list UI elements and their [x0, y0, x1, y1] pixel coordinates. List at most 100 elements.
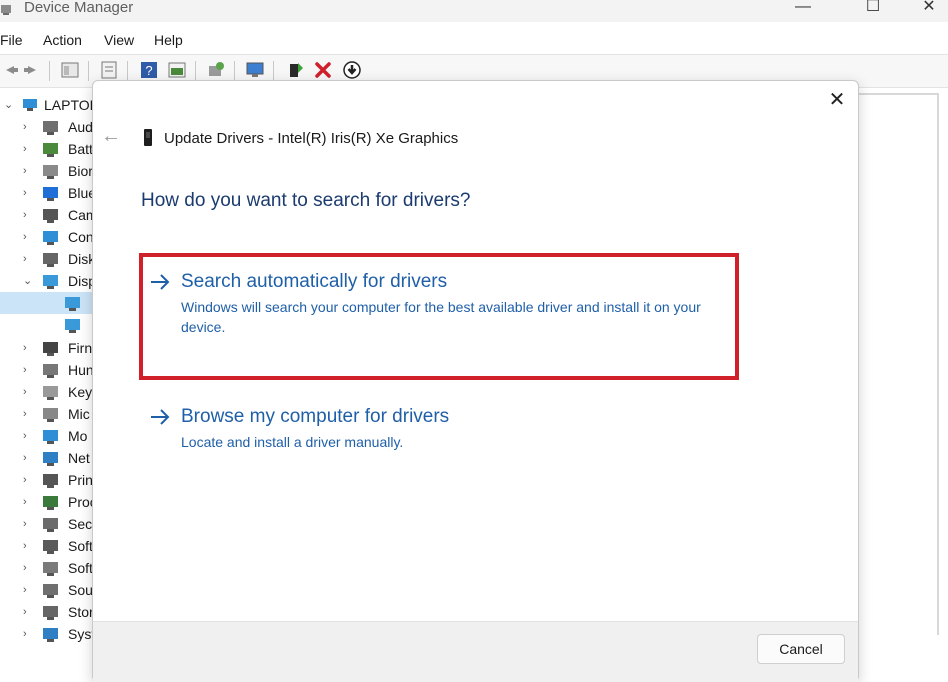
tree-item[interactable]: › Mo: [0, 425, 92, 447]
chevron-right-icon[interactable]: ›: [23, 248, 33, 270]
display-adapter-icon: [65, 297, 80, 311]
enable-device-icon[interactable]: [285, 60, 305, 80]
search-automatically-option[interactable]: Search automatically for drivers Windows…: [141, 271, 737, 371]
biometric-icon: [43, 165, 58, 179]
browse-computer-option[interactable]: Browse my computer for drivers Locate an…: [141, 406, 737, 456]
chevron-right-icon[interactable]: ›: [23, 557, 33, 579]
view-icon[interactable]: [99, 60, 119, 80]
close-window-button[interactable]: ✕: [906, 0, 948, 18]
chevron-right-icon[interactable]: ›: [23, 601, 33, 623]
tree-item[interactable]: ⌄ Disp: [0, 270, 92, 292]
chevron-right-icon[interactable]: ›: [23, 138, 33, 160]
tree-item[interactable]: › Firn: [0, 337, 92, 359]
dialog-heading: How do you want to search for drivers?: [141, 190, 471, 211]
title-bar: Device Manager — ☐ ✕: [0, 0, 948, 22]
tree-item[interactable]: › Mic: [0, 403, 92, 425]
download-icon[interactable]: [342, 60, 362, 80]
tree-item[interactable]: › Disk: [0, 248, 92, 270]
chevron-right-icon[interactable]: ›: [23, 579, 33, 601]
chevron-right-icon[interactable]: ›: [23, 182, 33, 204]
chevron-down-icon[interactable]: ⌄: [23, 270, 33, 292]
computer-icon: [23, 99, 37, 111]
tree-item[interactable]: › Key: [0, 381, 92, 403]
audio-icon: [43, 121, 58, 135]
chevron-right-icon[interactable]: ›: [23, 447, 33, 469]
chevron-right-icon[interactable]: ›: [23, 403, 33, 425]
scan-hardware-icon[interactable]: [245, 60, 265, 80]
back-arrow-icon[interactable]: ←: [101, 126, 121, 147]
tree-item[interactable]: › Secu: [0, 513, 92, 535]
view-resources-icon[interactable]: [167, 60, 187, 80]
chevron-right-icon[interactable]: ›: [23, 425, 33, 447]
chevron-right-icon[interactable]: ›: [23, 204, 33, 226]
tree-item[interactable]: › Aud: [0, 116, 92, 138]
scrollbar[interactable]: [937, 95, 939, 635]
help-icon[interactable]: ?: [139, 60, 159, 80]
chevron-right-icon[interactable]: ›: [23, 513, 33, 535]
tree-item[interactable]: › Proc: [0, 491, 92, 513]
pane-divider: [856, 93, 939, 95]
tree-item-label: Sou: [68, 582, 92, 598]
device-manager-icon: [1, 5, 11, 15]
tree-root[interactable]: ⌄ LAPTOP: [0, 94, 92, 116]
tree-item[interactable]: › Sou: [0, 579, 92, 601]
tree-item[interactable]: › Prin: [0, 469, 92, 491]
tree-item[interactable]: › Cam: [0, 204, 92, 226]
display-adapter-icon: [65, 319, 80, 333]
chevron-right-icon[interactable]: ›: [23, 535, 33, 557]
chevron-right-icon[interactable]: ›: [23, 359, 33, 381]
tree-item[interactable]: › Stor: [0, 601, 92, 623]
update-drivers-dialog: ✕ ← Update Drivers - Intel(R) Iris(R) Xe…: [92, 80, 859, 682]
chevron-right-icon[interactable]: ›: [23, 116, 33, 138]
tree-item[interactable]: › Hun: [0, 359, 92, 381]
tree-item[interactable]: [0, 314, 92, 336]
system-icon: [43, 628, 58, 642]
properties-icon[interactable]: [60, 60, 80, 80]
tree-item[interactable]: › Batt: [0, 138, 92, 160]
tree-item[interactable]: › Blue: [0, 182, 92, 204]
tree-item-label: Mic: [68, 406, 90, 422]
display-icon: [43, 275, 58, 289]
tree-item[interactable]: › Syst: [0, 623, 92, 645]
tree-item[interactable]: › Soft: [0, 535, 92, 557]
cancel-button[interactable]: Cancel: [757, 634, 845, 664]
firmware-icon: [43, 342, 58, 356]
arrow-right-icon: [151, 274, 170, 290]
minimize-button[interactable]: —: [780, 0, 826, 18]
option-description: Windows will search your computer for th…: [181, 299, 701, 335]
tree-item[interactable]: [0, 292, 92, 314]
software-component-icon: [43, 540, 58, 554]
window-title: Device Manager: [24, 0, 134, 16]
chevron-right-icon[interactable]: ›: [23, 226, 33, 248]
tree-root-label: LAPTOP: [44, 97, 92, 113]
menu-help[interactable]: Help: [154, 32, 183, 48]
arrow-right-icon: [151, 409, 170, 425]
uninstall-icon[interactable]: [313, 60, 333, 80]
dialog-footer: Cancel: [93, 621, 858, 682]
tree-item[interactable]: › Soft: [0, 557, 92, 579]
security-icon: [43, 518, 58, 532]
dialog-close-button[interactable]: ✕: [826, 90, 848, 112]
chevron-right-icon[interactable]: ›: [23, 381, 33, 403]
tree-item[interactable]: › Bior: [0, 160, 92, 182]
forward-icon[interactable]: [22, 60, 42, 80]
tree-item[interactable]: › Con: [0, 226, 92, 248]
menu-view[interactable]: View: [104, 32, 134, 48]
maximize-button[interactable]: ☐: [850, 0, 896, 18]
menu-file[interactable]: File: [0, 32, 23, 48]
chevron-right-icon[interactable]: ›: [23, 491, 33, 513]
update-driver-icon[interactable]: [206, 60, 226, 80]
chevron-right-icon[interactable]: ›: [23, 469, 33, 491]
back-icon[interactable]: [0, 60, 20, 80]
chevron-right-icon[interactable]: ›: [23, 160, 33, 182]
chevron-right-icon[interactable]: ›: [23, 337, 33, 359]
chevron-right-icon[interactable]: ›: [23, 623, 33, 645]
tree-item[interactable]: › Net: [0, 447, 92, 469]
network-icon: [43, 452, 58, 466]
tree-item-label: Proc: [68, 494, 92, 510]
menu-action[interactable]: Action: [43, 32, 82, 48]
camera-icon: [43, 209, 58, 223]
chevron-down-icon[interactable]: ⌄: [4, 94, 14, 116]
disk-icon: [43, 253, 58, 267]
monitor-icon: [43, 430, 58, 444]
